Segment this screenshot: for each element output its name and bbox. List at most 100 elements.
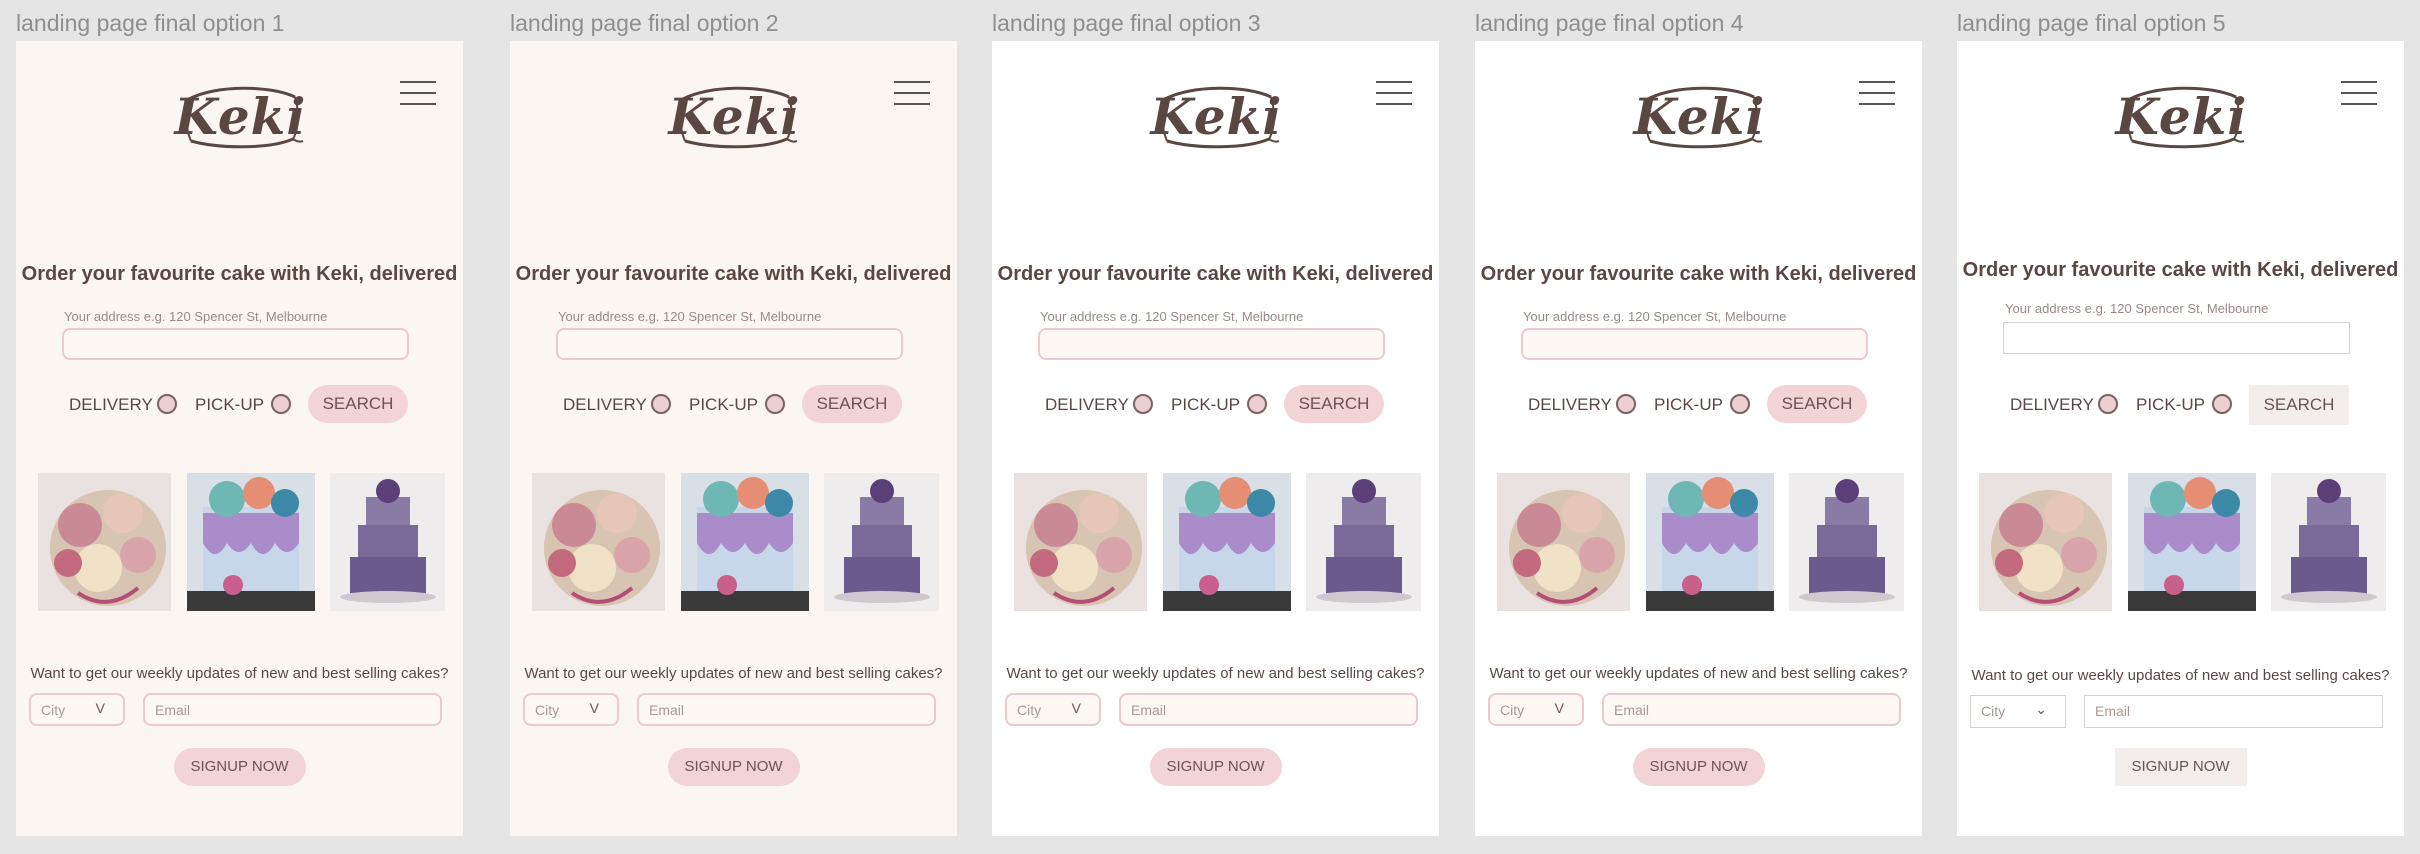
hamburger-menu-icon[interactable] — [400, 79, 436, 107]
cake-image-drip — [1163, 473, 1291, 611]
frame-label: landing page final option 5 — [1957, 10, 2226, 36]
hamburger-menu-icon[interactable] — [894, 79, 930, 107]
email-placeholder: Email — [2095, 703, 2131, 719]
signup-button[interactable]: SIGNUP NOW — [1632, 748, 1765, 786]
cake-image-flowers — [38, 473, 171, 611]
frame-label: landing page final option 1 — [16, 10, 285, 36]
email-input[interactable]: Email — [1602, 693, 1901, 726]
signup-button[interactable]: SIGNUP NOW — [173, 748, 306, 786]
city-select[interactable]: City V — [1005, 693, 1101, 726]
email-input[interactable]: Email — [637, 693, 936, 726]
hamburger-menu-icon[interactable] — [1859, 79, 1895, 107]
delivery-label: DELIVERY — [2010, 395, 2094, 414]
city-placeholder: City — [535, 702, 560, 718]
cake-image-flowers — [1497, 473, 1630, 611]
delivery-radio[interactable] — [157, 394, 177, 414]
address-input[interactable] — [1038, 328, 1385, 360]
city-select[interactable]: City V — [523, 693, 619, 726]
fulfilment-options: DELIVERY PICK-UP SEARCH — [16, 385, 463, 425]
newsletter-prompt: Want to get our weekly updates of new an… — [1006, 665, 1425, 682]
delivery-radio[interactable] — [651, 394, 671, 414]
delivery-radio[interactable] — [1133, 394, 1153, 414]
frame-label: landing page final option 4 — [1475, 10, 1744, 36]
logo-text: Keki — [1633, 87, 1766, 146]
chevron-down-icon: V — [589, 700, 599, 716]
keki-logo[interactable]: Keki — [1151, 79, 1281, 153]
address-placeholder: Your address e.g. 120 Spencer St, Melbou… — [558, 309, 822, 324]
email-input[interactable]: Email — [143, 693, 442, 726]
hero-headline: Order your favourite cake with Keki, del… — [21, 263, 458, 285]
signup-button[interactable]: SIGNUP NOW — [1149, 748, 1282, 786]
address-input[interactable] — [2003, 322, 2350, 354]
newsletter-prompt: Want to get our weekly updates of new an… — [524, 665, 943, 682]
chevron-down-icon: V — [1554, 700, 1564, 716]
delivery-label: DELIVERY — [1528, 395, 1612, 414]
cake-image-tiered — [1306, 473, 1421, 611]
email-input[interactable]: Email — [2084, 695, 2383, 728]
search-button[interactable]: SEARCH — [308, 385, 408, 423]
cake-image-tiered — [330, 473, 445, 611]
landing-page-frame: Keki Order your favourite cake with Keki… — [1475, 41, 1922, 836]
hero-headline: Order your favourite cake with Keki, del… — [1962, 259, 2399, 281]
search-button[interactable]: SEARCH — [1284, 385, 1384, 423]
city-select[interactable]: City ⌄ — [1970, 695, 2066, 728]
address-input[interactable] — [556, 328, 903, 360]
cake-image-tiered — [1789, 473, 1904, 611]
newsletter-prompt: Want to get our weekly updates of new an… — [1971, 667, 2390, 684]
delivery-label: DELIVERY — [69, 395, 153, 414]
fulfilment-options: DELIVERY PICK-UP SEARCH — [510, 385, 957, 425]
cake-image-flowers — [1979, 473, 2112, 611]
frame-label: landing page final option 3 — [992, 10, 1261, 36]
cake-image-drip — [2128, 473, 2256, 611]
fulfilment-options: DELIVERY PICK-UP SEARCH — [992, 385, 1439, 425]
pickup-radio[interactable] — [765, 394, 785, 414]
cake-image-flowers — [532, 473, 665, 611]
cake-image-drip — [187, 473, 315, 611]
fulfilment-options: DELIVERY PICK-UP SEARCH — [1957, 385, 2404, 425]
address-input[interactable] — [62, 328, 409, 360]
pickup-label: PICK-UP — [1654, 395, 1723, 414]
email-placeholder: Email — [1614, 702, 1650, 718]
city-placeholder: City — [1017, 702, 1042, 718]
cake-image-drip — [1646, 473, 1774, 611]
hamburger-menu-icon[interactable] — [2341, 79, 2377, 107]
hamburger-menu-icon[interactable] — [1376, 79, 1412, 107]
keki-logo[interactable]: Keki — [175, 79, 305, 153]
city-placeholder: City — [41, 702, 66, 718]
chevron-down-icon: V — [95, 700, 105, 716]
keki-logo[interactable]: Keki — [2116, 79, 2246, 153]
hero-headline: Order your favourite cake with Keki, del… — [515, 263, 952, 285]
keki-logo[interactable]: Keki — [1634, 79, 1764, 153]
cake-image-drip — [681, 473, 809, 611]
chevron-down-icon: V — [1071, 700, 1081, 716]
logo-text: Keki — [1150, 87, 1283, 146]
logo-text: Keki — [174, 87, 307, 146]
search-button[interactable]: SEARCH — [1767, 385, 1867, 423]
landing-page-frame: Keki Order your favourite cake with Keki… — [16, 41, 463, 836]
delivery-radio[interactable] — [1616, 394, 1636, 414]
chevron-down-icon: ⌄ — [2035, 701, 2047, 717]
address-input[interactable] — [1521, 328, 1868, 360]
landing-page-frame: Keki Order your favourite cake with Keki… — [1957, 41, 2404, 836]
delivery-label: DELIVERY — [563, 395, 647, 414]
landing-page-frame: Keki Order your favourite cake with Keki… — [992, 41, 1439, 836]
keki-logo[interactable]: Keki — [669, 79, 799, 153]
search-button[interactable]: SEARCH — [802, 385, 902, 423]
city-select[interactable]: City V — [1488, 693, 1584, 726]
delivery-radio[interactable] — [2098, 394, 2118, 414]
newsletter-prompt: Want to get our weekly updates of new an… — [30, 665, 449, 682]
pickup-radio[interactable] — [2212, 394, 2232, 414]
cake-image-tiered — [824, 473, 939, 611]
email-input[interactable]: Email — [1119, 693, 1418, 726]
city-placeholder: City — [1500, 702, 1525, 718]
pickup-label: PICK-UP — [2136, 395, 2205, 414]
signup-button[interactable]: SIGNUP NOW — [667, 748, 800, 786]
address-placeholder: Your address e.g. 120 Spencer St, Melbou… — [1040, 309, 1304, 324]
search-button[interactable]: SEARCH — [2249, 385, 2349, 425]
pickup-radio[interactable] — [271, 394, 291, 414]
pickup-label: PICK-UP — [1171, 395, 1240, 414]
pickup-radio[interactable] — [1730, 394, 1750, 414]
signup-button[interactable]: SIGNUP NOW — [2114, 748, 2247, 786]
pickup-radio[interactable] — [1247, 394, 1267, 414]
city-select[interactable]: City V — [29, 693, 125, 726]
